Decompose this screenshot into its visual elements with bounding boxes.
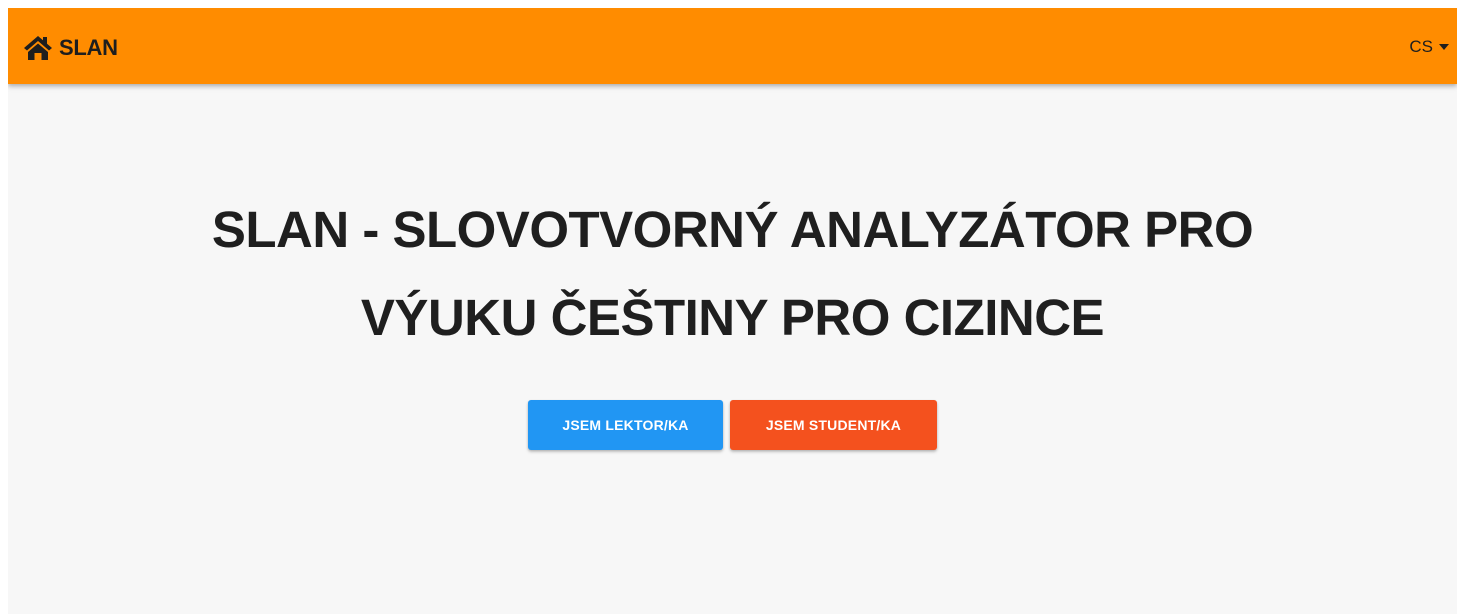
page: SLAN CS SLAN - SLOVOTVORNÝ ANALYZÁTOR PR… <box>8 8 1457 614</box>
caret-down-icon <box>1439 44 1449 50</box>
home-icon <box>24 36 52 60</box>
home-link[interactable]: SLAN <box>23 34 118 62</box>
hero: SLAN - SLOVOTVORNÝ ANALYZÁTOR PRO VÝUKU … <box>8 186 1457 362</box>
app-bar: SLAN CS <box>8 8 1457 84</box>
student-button[interactable]: JSEM STUDENT/KA <box>730 400 937 450</box>
lector-button[interactable]: JSEM LEKTOR/KA <box>528 400 723 450</box>
role-actions: JSEM LEKTOR/KA JSEM STUDENT/KA <box>8 400 1457 450</box>
language-label: CS <box>1409 37 1433 56</box>
language-selector[interactable]: CS <box>1409 37 1449 57</box>
page-title: SLAN - SLOVOTVORNÝ ANALYZÁTOR PRO VÝUKU … <box>211 201 1254 346</box>
brand-label: SLAN <box>59 35 118 60</box>
